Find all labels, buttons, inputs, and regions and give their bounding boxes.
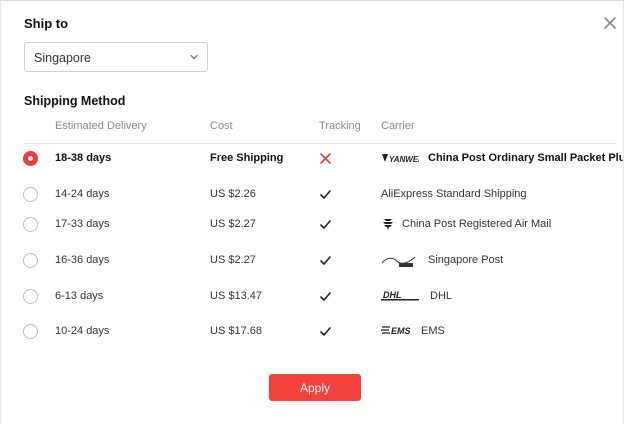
chevron-down-icon [190, 54, 198, 60]
svg-text:DHL: DHL [383, 290, 402, 300]
singapore-post-logo [381, 256, 416, 267]
shipping-cost: US $17.68 [210, 325, 262, 337]
radio-unselected[interactable] [23, 187, 38, 202]
column-header-delivery: Estimated Delivery [55, 120, 147, 132]
svg-text:EMS: EMS [391, 326, 411, 336]
shipping-cost: US $2.26 [210, 188, 256, 200]
china-post-logo [383, 219, 393, 230]
carrier-name: EMS [421, 325, 445, 337]
delivery-time: 16-36 days [55, 254, 110, 266]
delivery-time: 10-24 days [55, 325, 110, 337]
shipping-option-row[interactable]: 18-38 days Free Shipping YANWEN China Po… [1, 144, 624, 174]
shipping-method-label: Shipping Method [24, 94, 126, 108]
check-icon [320, 220, 331, 229]
delivery-time: 17-33 days [55, 218, 110, 230]
yanwen-logo: YANWEN [382, 154, 419, 164]
shipping-option-row[interactable]: 10-24 days US $17.68 EMS EMS [1, 317, 624, 347]
carrier-name: China Post Ordinary Small Packet Plus [428, 152, 624, 164]
apply-button[interactable]: Apply [269, 374, 361, 401]
radio-selected[interactable] [23, 151, 38, 166]
delivery-time: 18-38 days [55, 152, 112, 164]
carrier-name: Singapore Post [428, 254, 504, 266]
carrier-name: AliExpress Standard Shipping [381, 188, 527, 200]
cross-icon [320, 153, 331, 164]
dhl-logo: DHL [381, 290, 419, 301]
ems-logo: EMS [381, 326, 411, 336]
country-select[interactable]: Singapore [24, 42, 208, 72]
check-icon [320, 292, 331, 301]
shipping-cost: US $2.27 [210, 218, 256, 230]
radio-unselected[interactable] [23, 253, 38, 268]
shipping-option-row[interactable]: 17-33 days US $2.27 China Post Registere… [1, 210, 624, 240]
radio-unselected[interactable] [23, 217, 38, 232]
delivery-time: 14-24 days [55, 188, 110, 200]
column-header-tracking: Tracking [319, 120, 361, 132]
shipping-dialog: Ship to Singapore Shipping Method Estima… [0, 0, 624, 424]
radio-unselected[interactable] [23, 289, 38, 304]
column-header-cost: Cost [210, 120, 233, 132]
shipping-cost: Free Shipping [210, 152, 284, 164]
check-icon [320, 256, 331, 265]
check-icon [320, 327, 331, 336]
column-header-carrier: Carrier [381, 120, 415, 132]
shipping-option-row[interactable]: 16-36 days US $2.27 Singapore Post [1, 246, 624, 276]
country-select-value: Singapore [34, 51, 91, 65]
shipping-cost: US $2.27 [210, 254, 256, 266]
ship-to-label: Ship to [24, 16, 69, 31]
radio-unselected[interactable] [23, 324, 38, 339]
delivery-time: 6-13 days [55, 290, 104, 302]
shipping-option-row[interactable]: 14-24 days US $2.26 AliExpress Standard … [1, 180, 624, 210]
check-icon [320, 190, 331, 199]
close-icon[interactable] [600, 13, 620, 33]
shipping-option-row[interactable]: 6-13 days US $13.47 DHL DHL [1, 282, 624, 312]
shipping-cost: US $13.47 [210, 290, 262, 302]
carrier-name: DHL [430, 290, 453, 302]
carrier-name: China Post Registered Air Mail [402, 218, 552, 230]
svg-text:YANWEN: YANWEN [389, 155, 419, 164]
